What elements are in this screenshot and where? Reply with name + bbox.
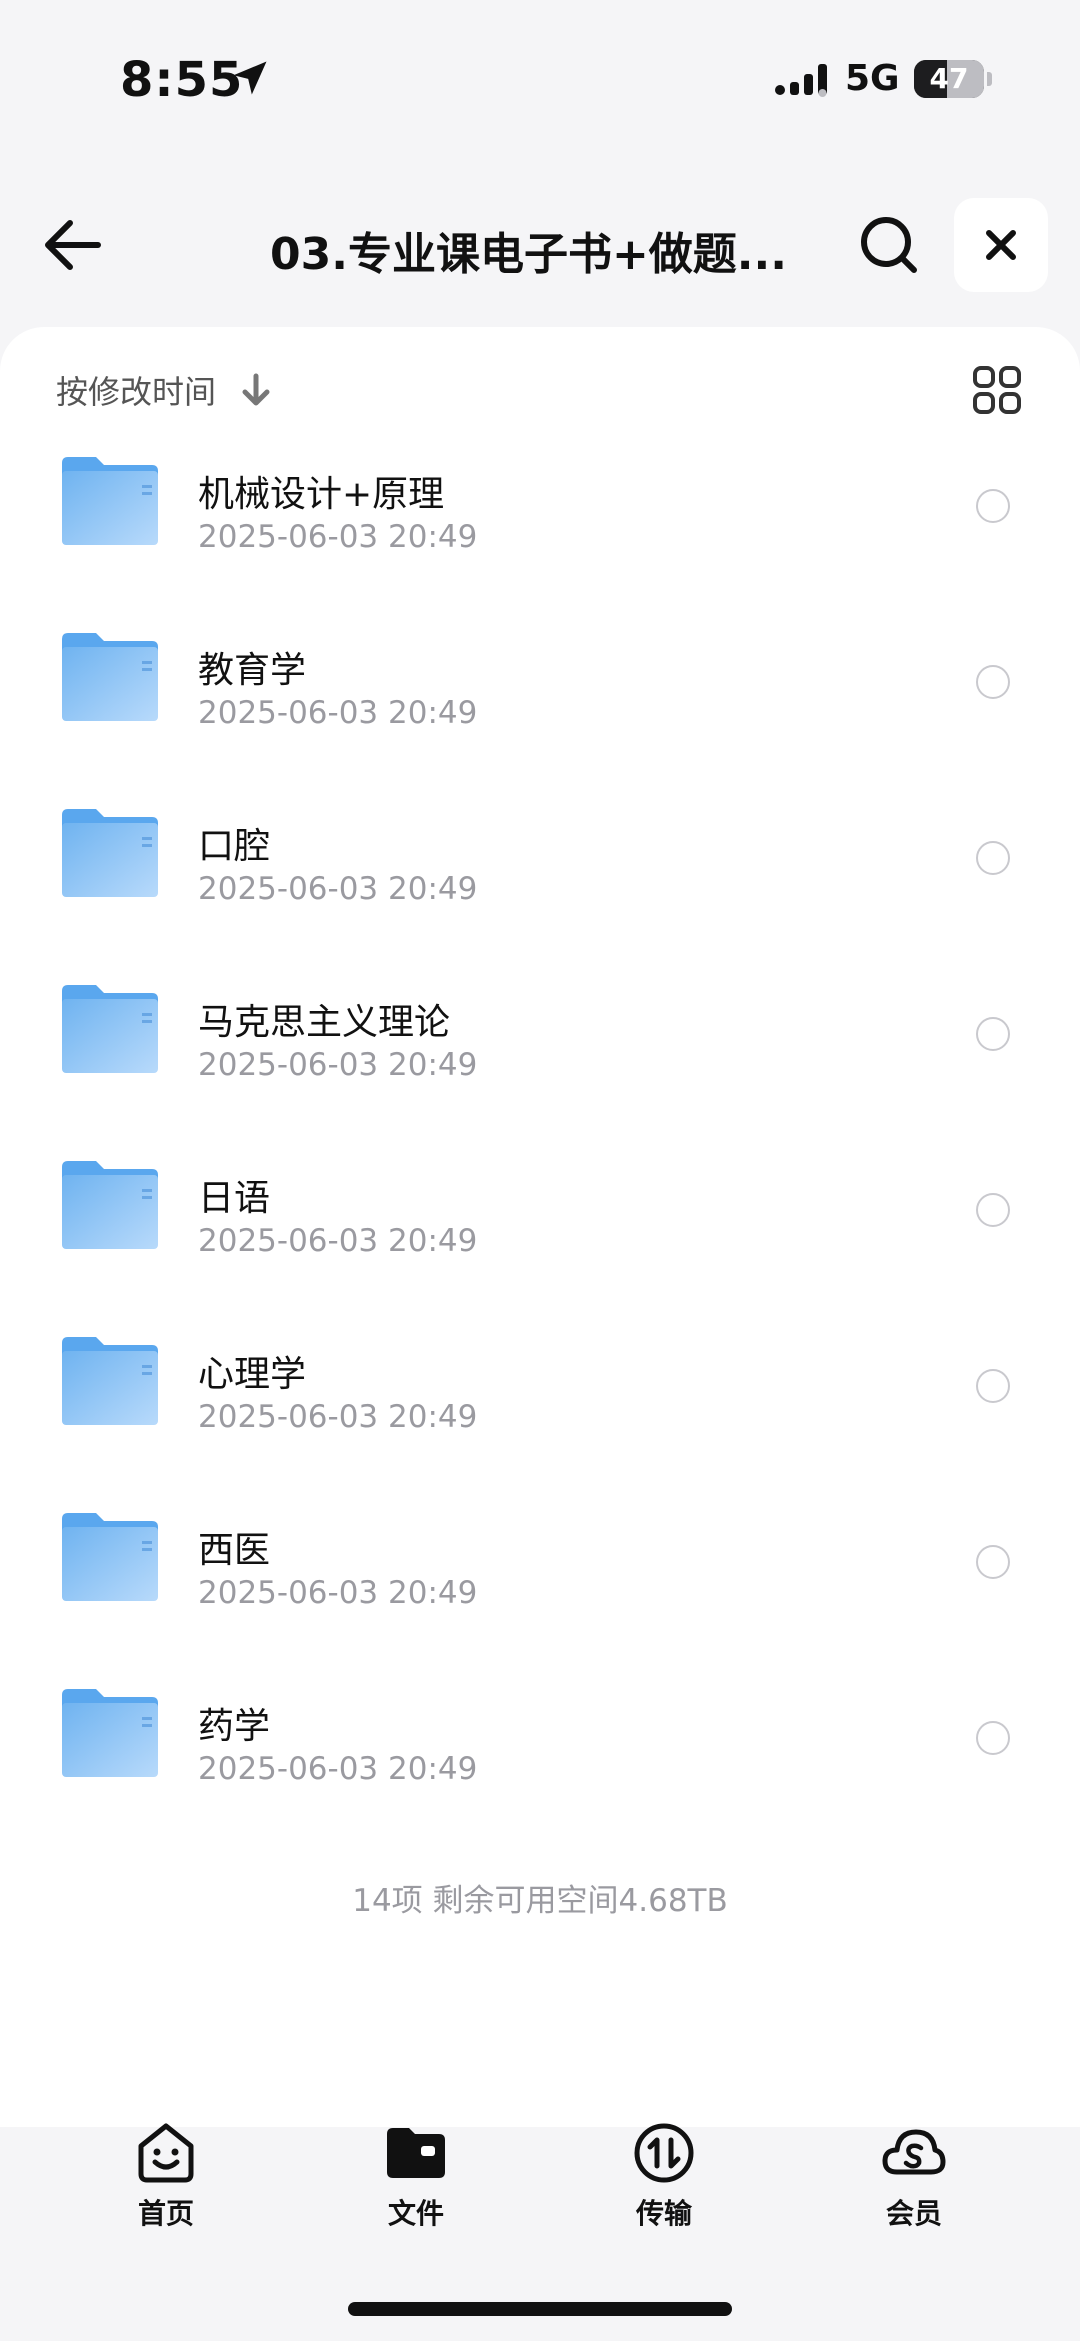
tab-files-label: 文件 <box>387 2197 444 2230</box>
list-item[interactable]: 教育学 2025-06-03 20:49 <box>0 613 1080 789</box>
select-checkbox[interactable] <box>976 1017 1010 1051</box>
storage-summary: 14项 剩余可用空间4.68TB <box>352 1883 728 1919</box>
battery-icon: 47 <box>914 60 984 98</box>
folder-icon <box>62 1161 158 1249</box>
select-checkbox[interactable] <box>976 1545 1010 1579</box>
sort-selector[interactable]: 按修改时间 <box>56 367 273 417</box>
back-arrow-icon[interactable] <box>36 210 112 280</box>
signal-bars-icon <box>775 64 827 97</box>
smile-face-icon <box>138 2123 194 2183</box>
folder-name: 日语 <box>198 1178 271 1219</box>
folder-name: 教育学 <box>198 650 307 691</box>
file-list-panel: 按修改时间 机械设计+原理 2025-06-03 20:49 教育学 2025-… <box>0 327 1080 2127</box>
tab-vip-label: 会员 <box>885 2197 942 2230</box>
select-checkbox[interactable] <box>976 489 1010 523</box>
list-item[interactable]: 日语 2025-06-03 20:49 <box>0 1141 1080 1317</box>
page-title: 03.专业课电子书+做题... <box>270 229 787 278</box>
select-checkbox[interactable] <box>976 1193 1010 1227</box>
folder-date: 2025-06-03 20:49 <box>198 871 478 907</box>
transfer-icon <box>634 2123 694 2183</box>
close-icon <box>986 230 1016 260</box>
folder-name: 口腔 <box>198 826 271 867</box>
folder-name: 心理学 <box>198 1354 307 1395</box>
folder-list: 机械设计+原理 2025-06-03 20:49 教育学 2025-06-03 … <box>0 437 1080 1845</box>
network-type: 5G <box>845 58 900 99</box>
tab-vip[interactable]: 会员 <box>854 2120 974 2240</box>
tab-home[interactable]: 首页 <box>106 2120 226 2240</box>
folder-date: 2025-06-03 20:49 <box>198 1399 478 1435</box>
folder-date: 2025-06-03 20:49 <box>198 1047 478 1083</box>
list-item[interactable]: 马克思主义理论 2025-06-03 20:49 <box>0 965 1080 1141</box>
select-checkbox[interactable] <box>976 841 1010 875</box>
folder-icon <box>62 457 158 545</box>
tab-transfer-label: 传输 <box>635 2197 692 2230</box>
folder-date: 2025-06-03 20:49 <box>198 1223 478 1259</box>
folder-date: 2025-06-03 20:49 <box>198 519 478 555</box>
sort-label: 按修改时间 <box>56 373 217 411</box>
folder-name: 西医 <box>198 1530 271 1571</box>
folder-icon <box>62 633 158 721</box>
tab-transfer[interactable]: 传输 <box>604 2120 724 2240</box>
location-arrow-icon <box>233 61 267 95</box>
arrow-down-icon <box>242 373 270 406</box>
list-item[interactable]: 心理学 2025-06-03 20:49 <box>0 1317 1080 1493</box>
folder-date: 2025-06-03 20:49 <box>198 695 478 731</box>
select-checkbox[interactable] <box>976 1369 1010 1403</box>
folder-icon <box>62 1689 158 1777</box>
folder-date: 2025-06-03 20:49 <box>198 1575 478 1611</box>
folder-date: 2025-06-03 20:49 <box>198 1751 478 1787</box>
folder-icon <box>62 1337 158 1425</box>
grid-view-icon[interactable] <box>972 365 1022 415</box>
list-item[interactable]: 药学 2025-06-03 20:49 <box>0 1669 1080 1845</box>
folder-icon <box>62 809 158 897</box>
status-time: 8:55 <box>120 52 244 108</box>
select-checkbox[interactable] <box>976 1721 1010 1755</box>
select-checkbox[interactable] <box>976 665 1010 699</box>
close-button[interactable] <box>954 198 1048 292</box>
folder-icon <box>62 1513 158 1601</box>
nav-bar: 03.专业课电子书+做题... <box>0 180 1080 310</box>
search-icon[interactable] <box>852 208 926 282</box>
battery-level: 47 <box>929 62 969 95</box>
battery-tip <box>987 72 992 86</box>
folder-name: 药学 <box>198 1706 271 1747</box>
home-indicator <box>348 2302 732 2316</box>
list-item[interactable]: 口腔 2025-06-03 20:49 <box>0 789 1080 965</box>
list-item[interactable]: 西医 2025-06-03 20:49 <box>0 1493 1080 1669</box>
status-bar: 8:55 5G 47 <box>0 0 1080 160</box>
tab-home-label: 首页 <box>137 2197 194 2230</box>
folder-name: 马克思主义理论 <box>198 1002 451 1043</box>
tab-files[interactable]: 文件 <box>356 2120 476 2240</box>
folder-icon <box>62 985 158 1073</box>
folder-name: 机械设计+原理 <box>198 474 445 515</box>
folder-icon <box>387 2128 445 2178</box>
bottom-tab-bar: 首页 文件 传输 会员 <box>0 2110 1080 2250</box>
cloud-s-icon <box>882 2129 946 2175</box>
list-item[interactable]: 机械设计+原理 2025-06-03 20:49 <box>0 437 1080 613</box>
